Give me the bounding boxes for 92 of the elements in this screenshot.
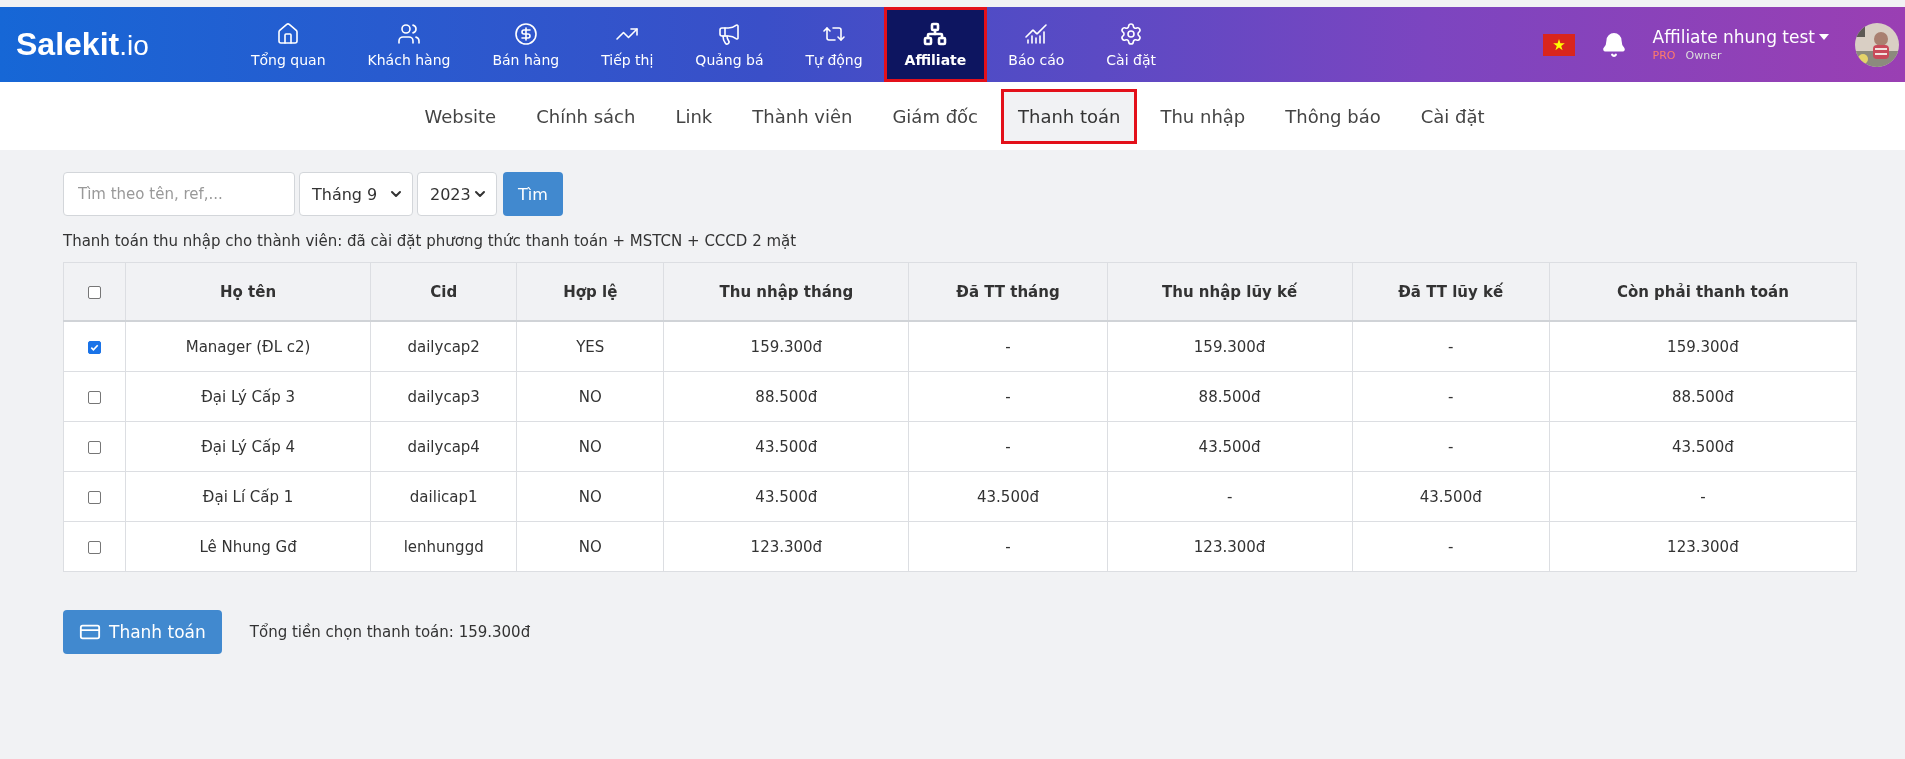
search-field[interactable]: Tìm theo tên, ref,... [63,172,295,216]
chart-icon [1024,21,1049,46]
tab[interactable]: Cài đặt [1403,88,1502,144]
logo[interactable]: Salekit.io [0,26,230,63]
row-checkbox[interactable] [88,540,101,554]
table-cell: - [1549,471,1857,522]
table-cell: 123.300đ [663,521,909,572]
row-checkbox[interactable] [88,340,101,354]
table-cell: - [908,521,1108,572]
nav-item[interactable]: Báo cáo [987,7,1086,82]
table-cell: - [1352,321,1550,372]
column-header: Thu nhập tháng [663,262,909,321]
year-select[interactable]: 2023 [417,172,497,216]
table-cell: - [1107,471,1353,522]
users-icon [397,21,421,46]
table-cell: NO [516,521,664,572]
table-cell: NO [516,471,664,522]
table-cell: Lê Nhung Gđ [125,521,371,572]
nav-item[interactable]: Affiliate [883,7,988,82]
tab[interactable]: Thành viên [735,88,870,144]
table-cell: 159.300đ [1107,321,1353,372]
table-cell: 43.500đ [1549,421,1857,472]
nav-item[interactable]: Khách hàng [346,7,472,82]
row-checkbox[interactable] [88,440,101,454]
user-name[interactable]: Affiliate nhung test [1652,27,1829,47]
flag-icon[interactable] [1542,33,1575,56]
nav-item[interactable]: Bán hàng [471,7,581,82]
house-icon [276,21,301,46]
month-select[interactable]: Tháng 9 [299,172,413,216]
table-cell: - [908,421,1108,472]
table-cell: dailycap2 [370,321,517,372]
table-cell: 43.500đ [1107,421,1353,472]
table-cell: Đại Lý Cấp 4 [125,421,371,472]
column-header: Đã TT lũy kế [1352,262,1550,321]
table-cell: dailycap3 [370,371,517,422]
table-cell: 43.500đ [908,471,1108,522]
tab[interactable]: Thanh toán [1001,88,1138,144]
table-cell: 123.300đ [1549,521,1857,572]
table-cell: Đại Lí Cấp 1 [125,471,371,522]
tab[interactable]: Chính sách [519,88,653,144]
table-cell: - [908,321,1108,372]
table-cell: 43.500đ [663,421,909,472]
hierarchy-icon [923,21,948,46]
table-cell: 123.300đ [1107,521,1353,572]
column-header: Họ tên [125,262,371,321]
table-cell: - [1352,371,1550,422]
nav-item[interactable]: Cài đặt [1085,7,1177,82]
nav-item[interactable]: Quảng bá [674,7,785,82]
bell-icon[interactable] [1600,31,1627,58]
table-cell: - [1352,421,1550,472]
column-header: Thu nhập lũy kế [1107,262,1353,321]
nav-item[interactable]: Tiếp thị [580,7,675,82]
table-cell: 159.300đ [663,321,909,372]
search-button[interactable]: Tìm [503,172,563,216]
megaphone-icon [717,21,742,46]
table-cell: - [908,371,1108,422]
table-cell: 88.500đ [1549,371,1857,422]
table-cell: NO [516,421,664,472]
column-header: Đã TT tháng [908,262,1108,321]
table-cell: 159.300đ [1549,321,1857,372]
role-label: Owner [1685,49,1722,62]
table-cell: 43.500đ [1352,471,1550,522]
nav-item[interactable]: Tổng quan [230,7,347,82]
table-cell: Đại Lý Cấp 3 [125,371,371,422]
table-cell: dailicap1 [370,471,517,522]
select-all-checkbox[interactable] [88,285,101,299]
row-checkbox[interactable] [88,390,101,404]
tab[interactable]: Thu nhập [1143,88,1263,144]
selected-total: Tổng tiền chọn thanh toán: 159.300đ [249,623,531,641]
dollar-icon [513,21,538,46]
tab[interactable]: Thông báo [1268,88,1398,144]
tab[interactable]: Giám đốc [875,88,995,144]
pay-button[interactable]: Thanh toán [63,610,222,654]
column-header: Hợp lệ [516,262,664,321]
column-header: Còn phải thanh toán [1549,262,1857,321]
row-checkbox[interactable] [88,490,101,504]
payment-note: Thanh toán thu nhập cho thành viên: đã cài đặt phương thức thanh toán + MSTCN + CCCD 2 mặt [63,232,798,250]
table-cell: dailycap4 [370,421,517,472]
table-cell: NO [516,371,664,422]
settings-icon [1119,21,1144,46]
table-cell: lenhunggd [370,521,517,572]
tab[interactable]: Link [658,88,730,144]
table-cell: 88.500đ [663,371,909,422]
tab[interactable]: Website [407,88,514,144]
plan-label: PRO [1652,49,1676,62]
table-cell: 88.500đ [1107,371,1353,422]
table-cell: Manager (ĐL c2) [125,321,371,372]
column-header: Cid [370,262,517,321]
nav-item[interactable]: Tự động [784,7,884,82]
table-cell: - [1352,521,1550,572]
table-cell: 43.500đ [663,471,909,522]
table-cell: YES [516,321,664,372]
